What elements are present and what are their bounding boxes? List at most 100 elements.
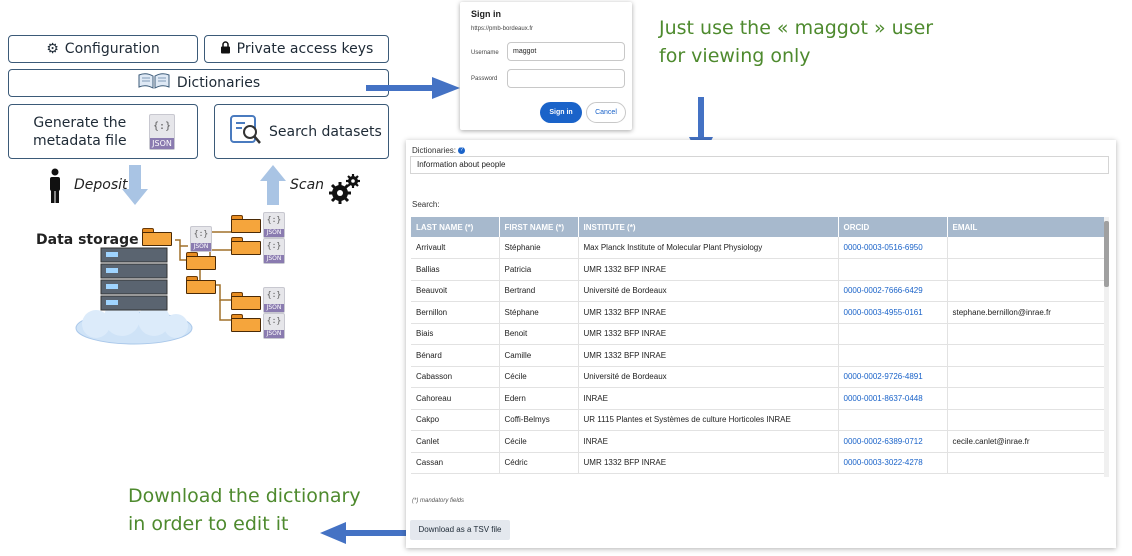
table-row[interactable]: Arrivault Stéphanie Max Planck Institute o… bbox=[411, 237, 1104, 259]
table-row[interactable]: Biais Benoit UMR 1332 BFP INRAE bbox=[411, 323, 1104, 345]
table-cell bbox=[947, 323, 1104, 345]
table-cell bbox=[947, 344, 1104, 367]
gear-icon: ⚙ bbox=[46, 41, 59, 57]
table-cell[interactable]: 0000-0002-7666-6429 bbox=[838, 280, 948, 302]
search-datasets-box[interactable]: Search datasets bbox=[214, 104, 389, 159]
table-cell: Camille bbox=[499, 344, 579, 367]
table-row[interactable]: Bénard Camille UMR 1332 BFP INRAE bbox=[411, 344, 1104, 367]
table-cell: Arrivault bbox=[411, 237, 500, 259]
table-cell: Biais bbox=[411, 323, 500, 345]
dictionary-table: LAST NAME (*) FIRST NAME (*) INSTITUTE (*)… bbox=[411, 217, 1104, 474]
table-row[interactable]: Canlet Cécile INRAE 0000-0002-6389-0712 ceci… bbox=[411, 430, 1104, 453]
download-tsv-button[interactable]: Download as a TSV file bbox=[410, 520, 510, 540]
column-header[interactable]: ORCID bbox=[838, 217, 948, 237]
table-cell bbox=[947, 409, 1104, 431]
folder-icon bbox=[231, 314, 261, 332]
table-cell: Cécile bbox=[499, 430, 579, 453]
table-row[interactable]: Cahoreau Edern INRAE 0000-0001-8637-0448 bbox=[411, 387, 1104, 410]
table-cell: UMR 1332 BFP INRAE bbox=[578, 452, 839, 474]
table-cell: Cédric bbox=[499, 452, 579, 474]
table-cell: Bernillon bbox=[411, 301, 500, 324]
mandatory-note: (*) mandatory fields bbox=[412, 498, 465, 504]
table-header-row: LAST NAME (*) FIRST NAME (*) INSTITUTE (*)… bbox=[411, 217, 1104, 237]
table-cell: UMR 1332 BFP INRAE bbox=[578, 344, 839, 367]
json-file-icon: {:} JSON bbox=[149, 114, 175, 150]
column-header[interactable]: INSTITUTE (*) bbox=[578, 217, 839, 237]
table-row[interactable]: Beauvoit Bertrand Université de Bordeaux 00… bbox=[411, 280, 1104, 302]
table-cell: Cahoreau bbox=[411, 387, 500, 410]
dictionaries-label: Dictionaries bbox=[176, 75, 261, 91]
configuration-box[interactable]: ⚙ Configuration bbox=[8, 35, 198, 63]
private-keys-label: Private access keys bbox=[236, 41, 374, 57]
table-cell: Patricia bbox=[499, 258, 579, 281]
dictionary-table-wrap: LAST NAME (*) FIRST NAME (*) INSTITUTE (*)… bbox=[411, 217, 1104, 477]
username-label: Username bbox=[471, 50, 499, 56]
dictionaries-box[interactable]: Dictionaries bbox=[8, 69, 389, 97]
folder-icon bbox=[231, 215, 261, 233]
table-row[interactable]: Bernillon Stéphane UMR 1332 BFP INRAE 0000-… bbox=[411, 301, 1104, 324]
scrollbar-thumb[interactable] bbox=[1104, 221, 1109, 287]
column-header[interactable]: FIRST NAME (*) bbox=[499, 217, 579, 237]
table-cell[interactable]: 0000-0001-8637-0448 bbox=[838, 387, 948, 410]
table-cell: UMR 1332 BFP INRAE bbox=[578, 258, 839, 281]
sign-in-button[interactable]: Sign in bbox=[540, 102, 582, 123]
table-cell: stephane.bernillon@inrae.fr bbox=[947, 301, 1104, 324]
maggot-annotation: Just use the « maggot » user for viewing… bbox=[659, 17, 934, 67]
table-cell: Stéphane bbox=[499, 301, 579, 324]
table-row[interactable]: Cassan Cédric UMR 1332 BFP INRAE 0000-0003-… bbox=[411, 452, 1104, 474]
table-cell: Cakpo bbox=[411, 409, 500, 431]
table-row[interactable]: Cabasson Cécile Université de Bordeaux 0000… bbox=[411, 366, 1104, 388]
folder-icon bbox=[142, 228, 172, 246]
table-scrollbar[interactable] bbox=[1104, 217, 1109, 477]
table-cell[interactable]: 0000-0003-0516-6950 bbox=[838, 237, 948, 259]
lock-icon bbox=[220, 40, 231, 58]
table-cell: UMR 1332 BFP INRAE bbox=[578, 301, 839, 324]
column-header[interactable]: EMAIL bbox=[947, 217, 1104, 237]
table-cell: Université de Bordeaux bbox=[578, 366, 839, 388]
table-cell: Cécile bbox=[499, 366, 579, 388]
gears-icon bbox=[326, 171, 362, 212]
table-cell bbox=[838, 258, 948, 281]
table-cell: Bénard bbox=[411, 344, 500, 367]
dictionary-select[interactable]: Information about people bbox=[410, 156, 1109, 174]
table-cell bbox=[947, 366, 1104, 388]
json-file-icon: {:} JSON bbox=[263, 212, 285, 238]
generate-line-2: metadata file bbox=[33, 132, 127, 149]
folder-icon bbox=[231, 292, 261, 310]
table-cell: UMR 1332 BFP INRAE bbox=[578, 323, 839, 345]
table-cell: Max Planck Institute of Molecular Plant … bbox=[578, 237, 839, 259]
username-field[interactable]: maggot bbox=[507, 42, 625, 61]
table-cell[interactable]: 0000-0003-3022-4278 bbox=[838, 452, 948, 474]
generate-metadata-box[interactable]: Generate the metadata file {:} JSON bbox=[8, 104, 198, 159]
table-cell: Beauvoit bbox=[411, 280, 500, 302]
table-cell bbox=[838, 409, 948, 431]
dictionary-panel: Dictionaries:? Information about people … bbox=[406, 140, 1116, 548]
signin-title: Sign in bbox=[471, 9, 501, 19]
table-cell bbox=[838, 344, 948, 367]
table-cell[interactable]: 0000-0002-9726-4891 bbox=[838, 366, 948, 388]
table-cell[interactable]: 0000-0003-4955-0161 bbox=[838, 301, 948, 324]
folder-icon bbox=[186, 276, 216, 294]
table-cell: cecile.canlet@inrae.fr bbox=[947, 430, 1104, 453]
open-book-icon bbox=[137, 72, 171, 94]
folder-icon bbox=[186, 252, 216, 270]
generate-line-1: Generate the bbox=[33, 114, 127, 131]
table-cell: INRAE bbox=[578, 387, 839, 410]
cancel-button[interactable]: Cancel bbox=[586, 102, 626, 123]
info-icon[interactable]: ? bbox=[458, 147, 466, 155]
table-cell bbox=[947, 237, 1104, 259]
json-file-icon: {:} JSON bbox=[190, 226, 212, 252]
scan-label: Scan bbox=[290, 177, 325, 193]
table-cell bbox=[838, 323, 948, 345]
table-cell: Edern bbox=[499, 387, 579, 410]
private-keys-box[interactable]: Private access keys bbox=[204, 35, 389, 63]
password-field[interactable] bbox=[507, 69, 625, 88]
table-cell: Cassan bbox=[411, 452, 500, 474]
table-row[interactable]: Ballias Patricia UMR 1332 BFP INRAE bbox=[411, 258, 1104, 281]
deposit-arrow bbox=[122, 165, 148, 205]
table-cell: Coffi-Belmys bbox=[499, 409, 579, 431]
table-cell[interactable]: 0000-0002-6389-0712 bbox=[838, 430, 948, 453]
column-header[interactable]: LAST NAME (*) bbox=[411, 217, 500, 237]
table-row[interactable]: Cakpo Coffi-Belmys UR 1115 Plantes et Syst… bbox=[411, 409, 1104, 431]
dictionaries-to-signin-arrow bbox=[366, 77, 460, 99]
